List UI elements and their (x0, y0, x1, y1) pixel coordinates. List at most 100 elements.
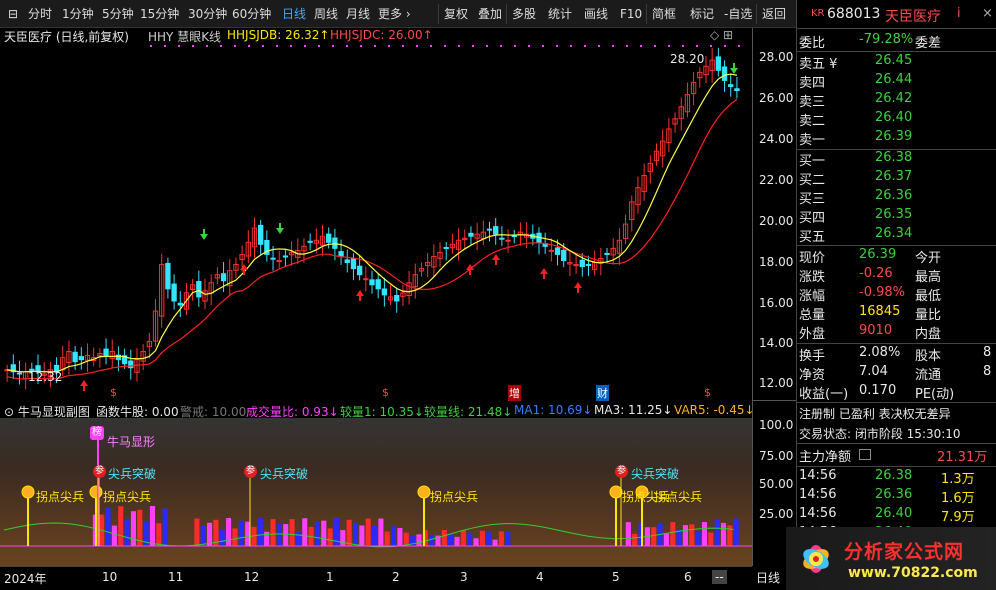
candle-body (177, 302, 183, 306)
signal-circle-icon (417, 485, 431, 499)
price-tick: 16.00 (759, 296, 794, 310)
bid-row: 买四 26.35 (799, 207, 913, 226)
candle-body (728, 84, 734, 88)
top-dot (612, 45, 614, 47)
toolbar-item[interactable]: 多股 (512, 5, 536, 23)
top-dot (654, 45, 656, 47)
bid-row: 买一 26.38 (799, 150, 913, 169)
toolbar-item[interactable]: 画线 (584, 5, 608, 23)
stat-row: 涨跌 -0.26 最高 (799, 266, 942, 285)
toolbar-item[interactable]: 复权 (444, 5, 468, 23)
top-dot (234, 45, 236, 47)
toolbar-item[interactable]: 1分钟 (62, 5, 94, 23)
expand-icon[interactable] (859, 449, 871, 460)
sub-bar (454, 536, 460, 546)
candle-body (585, 263, 592, 266)
stat-row: 现价 26.39 今开 (799, 247, 942, 266)
signal-label: 牛马显形 (107, 435, 156, 449)
sub-bar (416, 534, 422, 546)
tick-row: 14:56 26.36 1.6万 (799, 487, 975, 506)
watermark-logo: 分析家公式网 www.70822.com (786, 527, 996, 590)
toolbar-item[interactable]: 标记 (690, 5, 714, 23)
top-dot (206, 45, 208, 47)
price-tick: 24.00 (759, 132, 794, 146)
top-dot (150, 45, 152, 47)
stat-row: 收益(一) 0.170 PE(动) (799, 383, 955, 402)
sub-bar (372, 526, 378, 546)
toolbar-item[interactable]: 月线 (346, 5, 370, 23)
sub-bar (663, 533, 669, 546)
event-flag-finance[interactable]: 财 (596, 385, 609, 401)
main-chart[interactable]: 天臣医疗 (日线,前复权) HHY 慧眼K线 HHJSJDB: 26.32↑ H… (0, 28, 752, 401)
toolbar-item[interactable]: 5分钟 (102, 5, 134, 23)
sub-bar (289, 519, 295, 546)
candle-body (103, 348, 109, 357)
candle-body (579, 259, 585, 268)
event-flag[interactable]: $ (704, 386, 711, 399)
sub-bar (403, 532, 409, 546)
toolbar-item[interactable]: 30分钟 (188, 5, 227, 23)
candle-body (369, 279, 375, 286)
sub-bar (676, 529, 682, 546)
top-dot (360, 45, 362, 47)
sub-bar (505, 531, 511, 546)
sub-bar (714, 519, 720, 546)
sell-arrow-icon (276, 223, 284, 234)
sub-bar (149, 506, 156, 546)
sub-bar (346, 519, 352, 546)
buy-arrow-icon (492, 254, 500, 265)
toolbar-item[interactable]: 15分钟 (140, 5, 179, 23)
toolbar-item[interactable]: 日线 (282, 5, 306, 23)
event-flag[interactable]: $ (110, 386, 117, 399)
toolbar-item[interactable]: 返回 (762, 5, 786, 23)
signal-circle-icon (609, 485, 623, 499)
bid-row: 买五 26.34 (799, 226, 913, 245)
sub-bar (441, 530, 447, 546)
sub-bar (492, 539, 498, 546)
sub-bar (378, 518, 384, 546)
top-dot (696, 45, 698, 47)
sub-bar (118, 506, 124, 546)
chart-settings-icon[interactable]: ◇ ⊞ (710, 28, 733, 42)
sub-bar (397, 528, 403, 546)
sub-bar (708, 532, 714, 546)
sub-bar (632, 533, 638, 546)
date-tick: 11 (168, 570, 184, 584)
period-label[interactable]: 日线 (756, 569, 780, 586)
sub-tick: 50.00 (759, 477, 794, 491)
top-dot (724, 45, 726, 47)
toolbar-item[interactable]: 60分钟 (232, 5, 271, 23)
candle-body (734, 88, 740, 92)
toolbar-item[interactable]: -自选 (724, 5, 752, 23)
toolbar-item[interactable]: 统计 (548, 5, 572, 23)
can-badge: 参 (615, 465, 628, 478)
toolbar-item[interactable]: 更多 › (378, 5, 411, 23)
sub-chart[interactable]: ⊙ 牛马显现副图 函数牛股: 0.00 警戒: 10.00 成交量比: 0.93… (0, 402, 755, 566)
event-flag-increase[interactable]: 增 (508, 385, 521, 401)
close-icon[interactable]: × (982, 6, 993, 21)
flower-logo-icon (803, 545, 829, 573)
top-dot (738, 45, 740, 47)
toolbar-item[interactable]: 周线 (314, 5, 338, 23)
top-dot (598, 45, 600, 47)
sub-bar (651, 527, 657, 546)
buy-arrow-icon (466, 264, 474, 275)
menu-icon[interactable]: ⊟ (8, 5, 18, 23)
top-dot (402, 45, 404, 47)
sub-bar (245, 521, 251, 546)
top-dot (192, 45, 194, 47)
top-dot (262, 45, 264, 47)
sub-bar (479, 530, 485, 546)
sub-bar (359, 525, 365, 546)
signal-label: 拐点尖兵 (430, 490, 479, 504)
top-dot (500, 45, 502, 47)
sub-bar (156, 523, 162, 546)
ma-red-line (6, 98, 738, 380)
sub-bar (194, 518, 200, 546)
sub-bar (473, 538, 479, 546)
toolbar-item[interactable]: 分时 (28, 5, 52, 23)
toolbar-item[interactable]: 叠加 (478, 5, 502, 23)
toolbar-item[interactable]: 简框 (652, 5, 676, 23)
event-flag[interactable]: $ (382, 386, 389, 399)
toolbar-item[interactable]: F10 (620, 5, 642, 23)
